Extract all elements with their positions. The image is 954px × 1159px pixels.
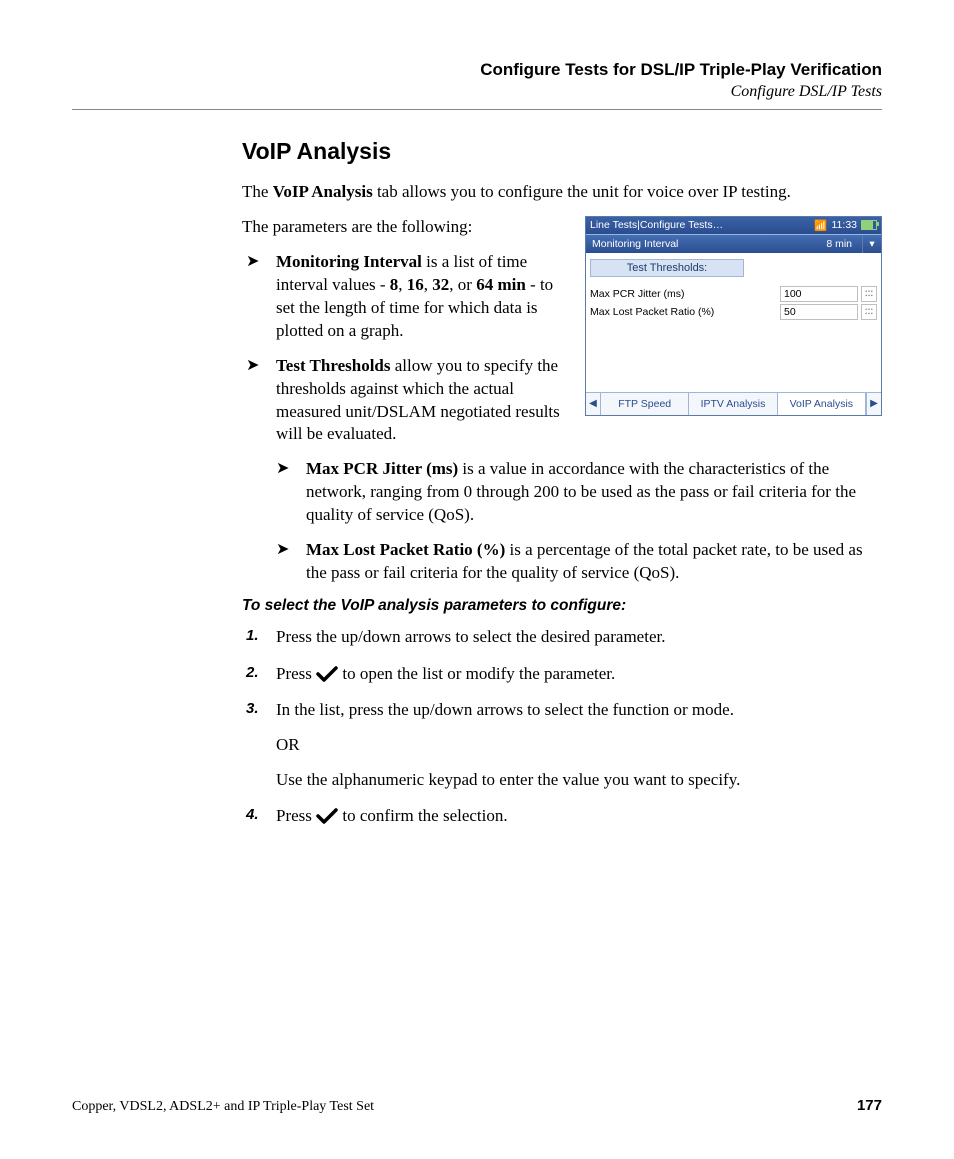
text-bold: 32 [432, 275, 449, 294]
step-3: In the list, press the up/down arrows to… [276, 698, 882, 792]
text: In the list, press the up/down arrows to… [276, 700, 734, 719]
device-titlebar: Line Tests|Configure Tests… 📶 11:33 [586, 217, 881, 234]
bullet-max-pcr-jitter: Max PCR Jitter (ms) is a value in accord… [306, 458, 882, 527]
signal-icon: 📶 [814, 219, 827, 232]
step-alt: Use the alphanumeric keypad to enter the… [276, 768, 882, 793]
clock: 11:33 [832, 219, 858, 231]
text-bold: 64 min [476, 275, 526, 294]
text-bold: Max PCR Jitter (ms) [306, 459, 458, 478]
text: Press [276, 664, 316, 683]
bullet-monitoring-interval: Monitoring Interval is a list of time in… [276, 251, 882, 343]
step-or: OR [276, 733, 882, 758]
text: to open the list or modify the parameter… [338, 664, 615, 683]
breadcrumb: Line Tests|Configure Tests… [590, 219, 723, 231]
bullet-test-thresholds: Test Thresholds allow you to specify the… [276, 355, 882, 447]
text: , [398, 275, 407, 294]
step-4: Press to confirm the selection. [276, 804, 882, 829]
bullet-max-lost-packet: Max Lost Packet Ratio (%) is a percentag… [306, 539, 882, 585]
text: tab allows you to configure the unit for… [373, 182, 791, 201]
footer-product: Copper, VDSL2, ADSL2+ and IP Triple-Play… [72, 1099, 374, 1115]
check-icon [316, 666, 338, 682]
text-bold: Test Thresholds [276, 356, 390, 375]
text-bold: Max Lost Packet Ratio (%) [306, 540, 505, 559]
instructions-heading: To select the VoIP analysis parameters t… [242, 597, 882, 615]
chapter-title: Configure Tests for DSL/IP Triple-Play V… [72, 60, 882, 80]
step-1: Press the up/down arrows to select the d… [276, 625, 882, 650]
text-bold: VoIP Analysis [273, 182, 373, 201]
text: , [424, 275, 433, 294]
section-subtitle: Configure DSL/IP Tests [72, 83, 882, 101]
text-bold: Monitoring Interval [276, 252, 422, 271]
check-icon [316, 808, 338, 824]
text: to confirm the selection. [338, 806, 507, 825]
text: , or [449, 275, 476, 294]
page-title: VoIP Analysis [242, 138, 882, 165]
text: Press [276, 806, 316, 825]
page-number: 177 [857, 1097, 882, 1114]
battery-icon [861, 220, 877, 230]
step-2: Press to open the list or modify the par… [276, 662, 882, 687]
header-rule [72, 109, 882, 110]
text-bold: 8 [390, 275, 399, 294]
intro-paragraph: The VoIP Analysis tab allows you to conf… [242, 181, 882, 204]
text-bold: 16 [407, 275, 424, 294]
text: The [242, 182, 273, 201]
